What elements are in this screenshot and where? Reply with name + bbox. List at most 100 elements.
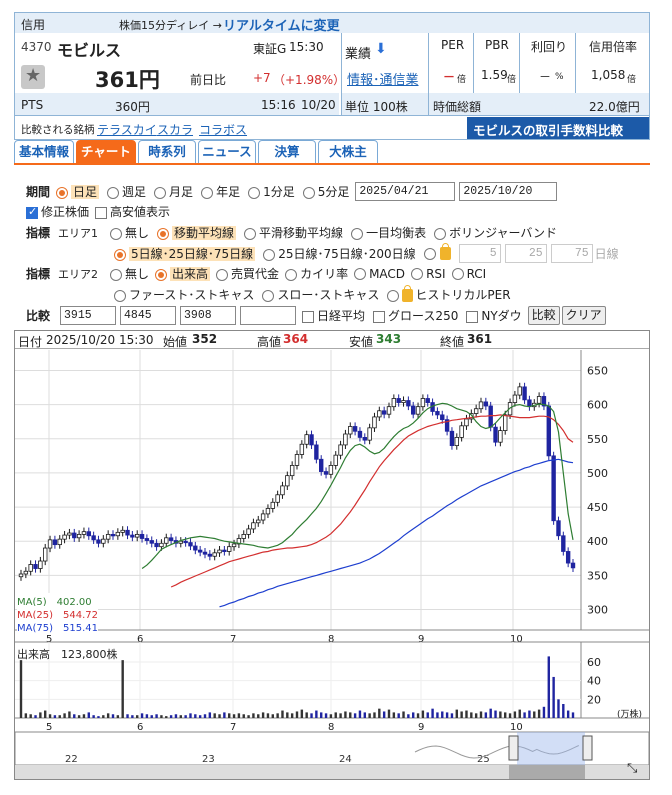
- area2-hist-per[interactable]: ヒストリカルPER: [387, 285, 511, 303]
- radio-icon[interactable]: [434, 227, 447, 240]
- ma-custom-2[interactable]: 25: [504, 244, 547, 263]
- area1-ema[interactable]: 平滑移動平均線: [244, 224, 343, 241]
- compare-link-2[interactable]: スカラ: [157, 121, 193, 138]
- checkbox-icon[interactable]: [95, 206, 108, 219]
- radio-icon[interactable]: [155, 268, 168, 281]
- industry-link[interactable]: 情報･通信業: [347, 69, 419, 88]
- nikkei-check[interactable]: 日経平均: [302, 307, 365, 324]
- radio-icon[interactable]: [451, 268, 464, 280]
- area2-none[interactable]: 無し: [110, 265, 149, 282]
- area1-ichimoku[interactable]: 一目均衡表: [351, 224, 426, 241]
- ma-custom-1[interactable]: 5: [458, 244, 501, 263]
- period-1min[interactable]: 1分足: [248, 183, 295, 200]
- area2-macd[interactable]: MACD: [354, 267, 405, 281]
- volume-bar: [228, 713, 231, 718]
- period-daily[interactable]: 日足: [56, 183, 100, 200]
- area2-fast-stoch[interactable]: ファースト･ストキャス: [114, 286, 254, 303]
- radio-icon[interactable]: [263, 248, 276, 261]
- radio-icon[interactable]: [107, 186, 120, 199]
- radio-icon[interactable]: [351, 227, 364, 240]
- area1-bollinger[interactable]: ボリンジャーバンド: [434, 224, 557, 241]
- candle: [294, 454, 300, 466]
- compare-link-3[interactable]: コラボス: [199, 121, 247, 138]
- radio-icon[interactable]: [157, 227, 170, 240]
- tab-chart[interactable]: チャート: [76, 140, 136, 164]
- candle: [120, 529, 125, 533]
- realtime-link[interactable]: リアルタイムに変更: [223, 15, 340, 34]
- radio-icon[interactable]: [110, 268, 123, 281]
- y-tick-label: 650: [587, 364, 608, 377]
- clear-button[interactable]: クリア: [561, 306, 606, 325]
- checkbox-icon[interactable]: [26, 205, 38, 219]
- earnings-label[interactable]: 業績: [345, 43, 371, 62]
- radio-icon[interactable]: [201, 186, 214, 199]
- radio-icon[interactable]: [56, 186, 69, 199]
- radio-icon[interactable]: [387, 289, 400, 302]
- date-to-input[interactable]: 2025/10/20: [459, 182, 558, 201]
- compare-label: 比較: [26, 309, 51, 323]
- candle: [33, 564, 38, 569]
- volume-bar: [242, 714, 245, 718]
- tab-timeseries[interactable]: 時系列: [138, 140, 196, 164]
- highlow-check[interactable]: 高安値表示: [95, 203, 170, 220]
- area2-rci[interactable]: RCI: [451, 267, 486, 281]
- area2-turnover[interactable]: 売買代金: [216, 265, 279, 282]
- ma-custom-3[interactable]: 75: [550, 244, 593, 263]
- area1-ma[interactable]: 移動平均線: [157, 224, 237, 241]
- candle: [565, 551, 571, 564]
- checkbox-icon[interactable]: [466, 310, 479, 323]
- ma-custom-radio[interactable]: [423, 247, 436, 260]
- area2-rsi[interactable]: RSI: [411, 267, 446, 281]
- fee-compare-banner[interactable]: モビルスの取引手数料比較: [467, 117, 649, 139]
- compare-button[interactable]: 比較: [527, 306, 560, 325]
- radio-icon[interactable]: [354, 268, 367, 280]
- pts-price: 360円: [115, 100, 150, 114]
- ma-25-75-200[interactable]: 25日線･75日線･200日線: [263, 245, 416, 262]
- period-monthly[interactable]: 月足: [154, 183, 193, 200]
- radio-icon[interactable]: [411, 268, 424, 280]
- growth250-check[interactable]: グロース250: [373, 307, 458, 324]
- nydow-check[interactable]: NYダウ: [466, 307, 522, 324]
- checkbox-icon[interactable]: [373, 310, 386, 323]
- compare-input-4[interactable]: [240, 306, 297, 325]
- radio-icon[interactable]: [302, 186, 315, 199]
- arrow-down-icon[interactable]: ⬇: [375, 41, 387, 57]
- radio-icon[interactable]: [244, 227, 257, 240]
- radio-icon[interactable]: [154, 186, 167, 199]
- radio-icon[interactable]: [262, 289, 275, 302]
- ma-5-25-75[interactable]: 5日線･25日線･75日線: [114, 245, 256, 262]
- compare-input-3[interactable]: 3908: [180, 306, 237, 325]
- adjusted-price-check[interactable]: 修正株価: [26, 203, 89, 220]
- radio-icon[interactable]: [285, 268, 298, 281]
- lock-icon: [439, 243, 451, 260]
- radio-icon[interactable]: [114, 248, 126, 261]
- date-value: 2025/10/20 15:30: [46, 333, 154, 347]
- radio-icon[interactable]: [110, 227, 123, 240]
- radio-icon[interactable]: [216, 268, 229, 281]
- period-5min[interactable]: 5分足: [302, 183, 349, 200]
- period-label: 期間: [26, 185, 51, 199]
- radio-icon[interactable]: [114, 289, 126, 302]
- period-weekly[interactable]: 週足: [107, 183, 146, 200]
- tab-earnings[interactable]: 決算: [258, 140, 316, 164]
- x-tick-label: 8: [328, 722, 334, 733]
- area2-deviation[interactable]: カイリ率: [285, 265, 348, 282]
- period-yearly[interactable]: 年足: [201, 183, 240, 200]
- radio-icon[interactable]: [248, 186, 261, 199]
- area2-slow-stoch[interactable]: スロー･ストキャス: [262, 286, 379, 303]
- volume-bar: [179, 715, 182, 718]
- area1-none[interactable]: 無し: [110, 224, 149, 241]
- compare-link-1[interactable]: テラスカイ: [97, 121, 157, 138]
- price-chart[interactable]: 3003504004505005506006505 6 7 8 9 102040605 6 7…: [15, 350, 649, 779]
- tab-shareholders[interactable]: 大株主: [318, 140, 378, 164]
- checkbox-icon[interactable]: [302, 310, 315, 323]
- pts-date: 10/20: [301, 98, 336, 112]
- area2-volume[interactable]: 出来高: [155, 265, 211, 282]
- favorite-button[interactable]: ★: [21, 65, 45, 89]
- compare-input-1[interactable]: 3915: [60, 306, 117, 325]
- date-from-input[interactable]: 2025/04/21: [355, 182, 456, 201]
- candle: [86, 531, 91, 537]
- tab-news[interactable]: ニュース: [198, 140, 256, 164]
- tab-basic-info[interactable]: 基本情報: [14, 140, 74, 164]
- compare-input-2[interactable]: 4845: [120, 306, 177, 325]
